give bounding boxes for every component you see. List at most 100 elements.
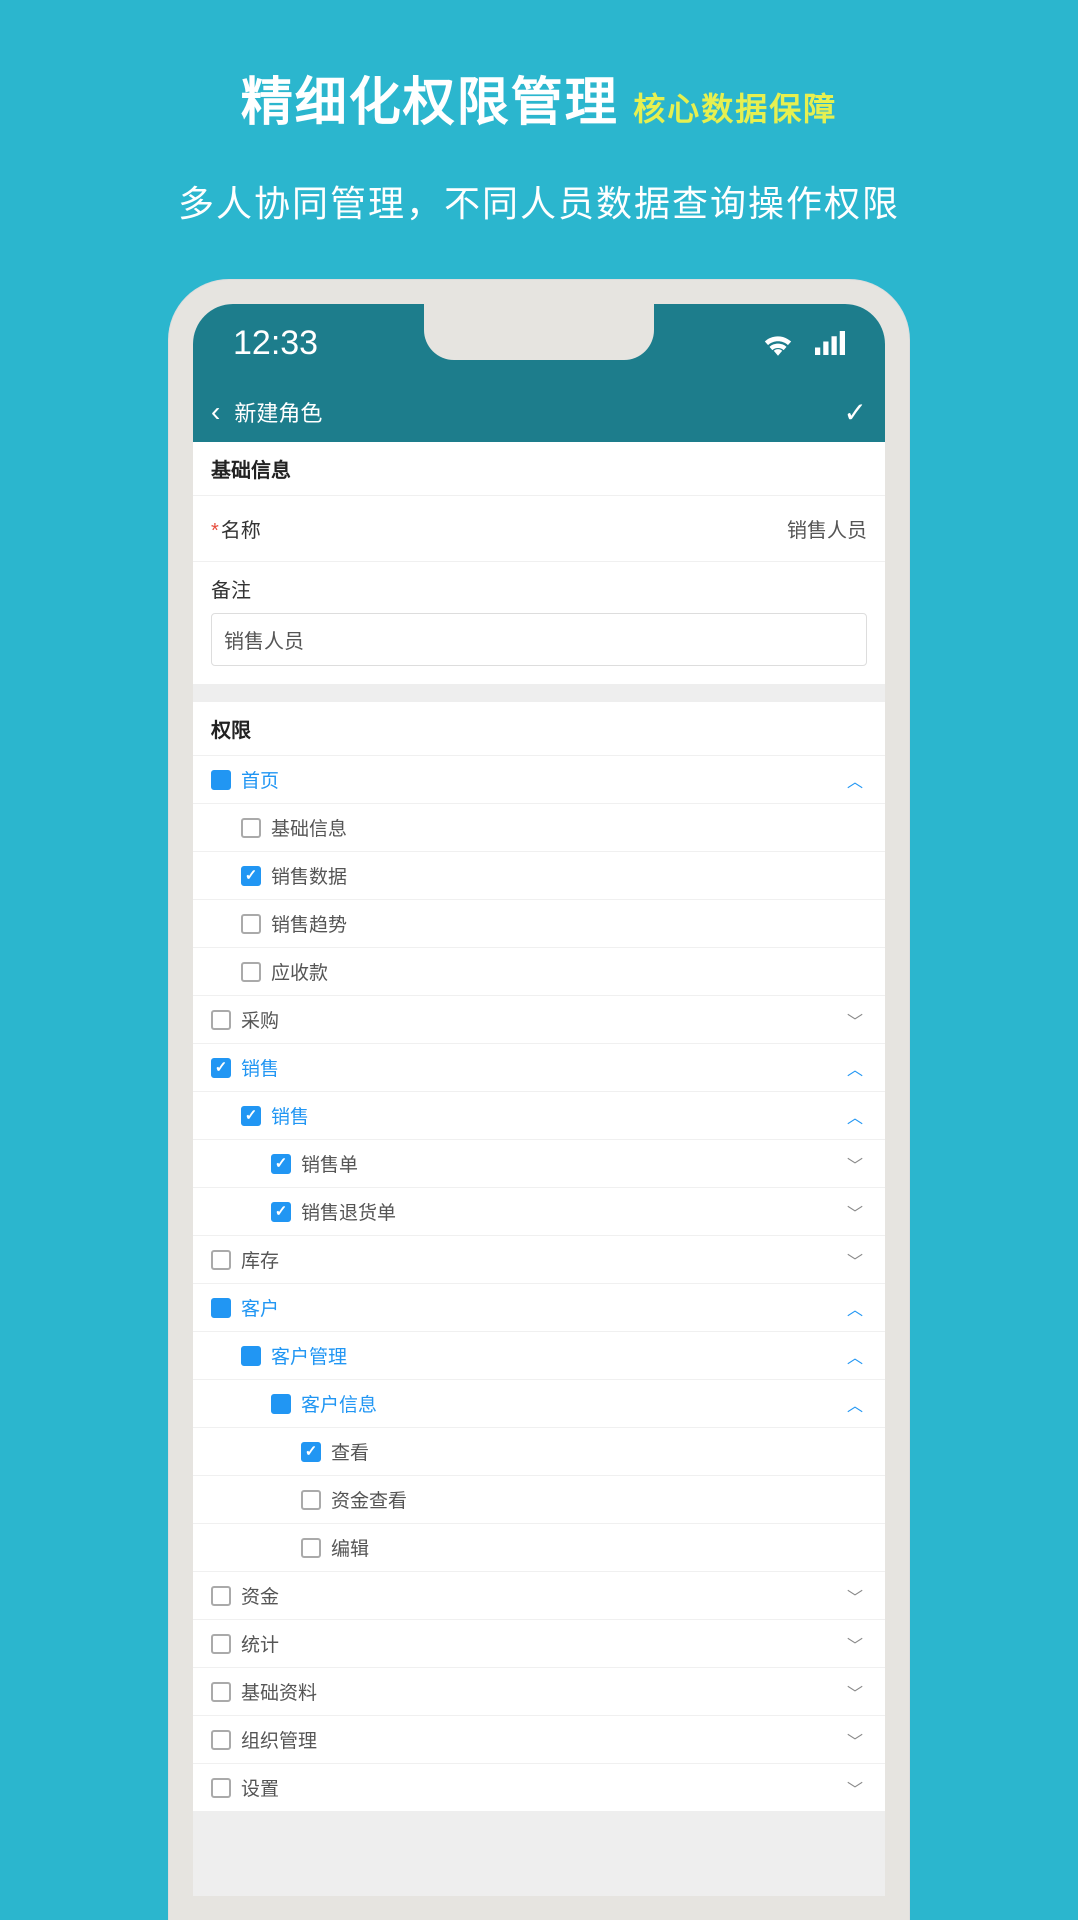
perm-row-custmgr[interactable]: 客户管理︿ — [193, 1331, 885, 1379]
perm-row-purchase[interactable]: 采购﹀ — [193, 995, 885, 1043]
checkbox-view[interactable] — [301, 1442, 321, 1462]
wifi-icon — [761, 330, 795, 356]
checkbox-basicinfo[interactable] — [241, 818, 261, 838]
marketing-title-sub: 核心数据保障 — [633, 84, 837, 130]
checkbox-orgmgr[interactable] — [211, 1730, 231, 1750]
chevron-down-icon[interactable]: ﹀ — [843, 1584, 867, 1608]
phone-frame: 12:33 ‹ 新建角色 ✓ 基础信息 *名称 销售人员 — [169, 280, 909, 1920]
nav-title: 新建角色 — [234, 396, 322, 428]
perm-row-orgmgr[interactable]: 组织管理﹀ — [193, 1715, 885, 1763]
perm-label-stock: 库存 — [241, 1246, 843, 1273]
checkbox-custmgr[interactable] — [241, 1346, 261, 1366]
perm-row-salesreturn[interactable]: 销售退货单﹀ — [193, 1187, 885, 1235]
chevron-down-icon[interactable]: ﹀ — [843, 1776, 867, 1800]
marketing-title-main: 精细化权限管理 — [241, 60, 619, 135]
perm-label-edit: 编辑 — [331, 1534, 867, 1561]
perm-label-settings: 设置 — [241, 1774, 843, 1801]
perm-label-salesdata: 销售数据 — [271, 862, 867, 889]
marketing-desc: 多人协同管理，不同人员数据查询操作权限 — [0, 175, 1078, 227]
checkbox-salesdata[interactable] — [241, 866, 261, 886]
perm-row-customer[interactable]: 客户︿ — [193, 1283, 885, 1331]
checkbox-fundview[interactable] — [301, 1490, 321, 1510]
perm-label-view: 查看 — [331, 1438, 867, 1465]
status-icons — [761, 330, 845, 356]
perm-row-basicinfo[interactable]: 基础信息 — [193, 803, 885, 851]
checkbox-edit[interactable] — [301, 1538, 321, 1558]
confirm-icon[interactable]: ✓ — [844, 396, 867, 429]
permission-header: 权限 — [193, 702, 885, 755]
name-value: 销售人员 — [787, 514, 867, 543]
checkbox-sales2[interactable] — [241, 1106, 261, 1126]
chevron-up-icon[interactable]: ︿ — [843, 1056, 867, 1080]
chevron-down-icon[interactable]: ﹀ — [843, 1008, 867, 1032]
perm-row-salesdata[interactable]: 销售数据 — [193, 851, 885, 899]
chevron-down-icon[interactable]: ﹀ — [843, 1248, 867, 1272]
name-label: 名称 — [221, 520, 261, 542]
perm-label-orgmgr: 组织管理 — [241, 1726, 843, 1753]
perm-row-sales2[interactable]: 销售︿ — [193, 1091, 885, 1139]
permission-tree: 首页︿基础信息销售数据销售趋势应收款采购﹀销售︿销售︿销售单﹀销售退货单﹀库存﹀… — [193, 755, 885, 1811]
checkbox-custinfo[interactable] — [271, 1394, 291, 1414]
perm-label-receivable: 应收款 — [271, 958, 867, 985]
checkbox-customer[interactable] — [211, 1298, 231, 1318]
nav-bar: ‹ 新建角色 ✓ — [193, 382, 885, 442]
content-area: 基础信息 *名称 销售人员 备注 权限 首页︿ 基础信息销售数据销售趋势应收款采购… — [193, 442, 885, 1896]
perm-row-fund[interactable]: 资金﹀ — [193, 1571, 885, 1619]
perm-label-sales: 销售 — [241, 1054, 843, 1081]
chevron-up-icon[interactable]: ︿ — [843, 1392, 867, 1416]
perm-row-home[interactable]: 首页︿ — [193, 755, 885, 803]
chevron-down-icon[interactable]: ﹀ — [843, 1152, 867, 1176]
perm-row-stock[interactable]: 库存﹀ — [193, 1235, 885, 1283]
remark-block: 备注 — [193, 561, 885, 684]
chevron-down-icon[interactable]: ﹀ — [843, 1200, 867, 1224]
back-icon[interactable]: ‹ — [211, 396, 220, 428]
checkbox-sales[interactable] — [211, 1058, 231, 1078]
checkbox-stock[interactable] — [211, 1250, 231, 1270]
perm-row-salesorder[interactable]: 销售单﹀ — [193, 1139, 885, 1187]
checkbox-purchase[interactable] — [211, 1010, 231, 1030]
checkbox-salestrend[interactable] — [241, 914, 261, 934]
perm-row-settings[interactable]: 设置﹀ — [193, 1763, 885, 1811]
perm-row-receivable[interactable]: 应收款 — [193, 947, 885, 995]
checkbox-receivable[interactable] — [241, 962, 261, 982]
checkbox-settings[interactable] — [211, 1778, 231, 1798]
perm-label-purchase: 采购 — [241, 1006, 843, 1033]
perm-label-fundview: 资金查看 — [331, 1486, 867, 1513]
perm-label-custinfo: 客户信息 — [301, 1390, 843, 1417]
perm-row-view[interactable]: 查看 — [193, 1427, 885, 1475]
perm-label-fund: 资金 — [241, 1582, 843, 1609]
checkbox-salesorder[interactable] — [271, 1154, 291, 1174]
perm-row-sales[interactable]: 销售︿ — [193, 1043, 885, 1091]
chevron-down-icon[interactable]: ﹀ — [843, 1632, 867, 1656]
signal-icon — [815, 331, 845, 355]
perm-row-custinfo[interactable]: 客户信息︿ — [193, 1379, 885, 1427]
perm-label-basedata: 基础资料 — [241, 1678, 843, 1705]
perm-row-salestrend[interactable]: 销售趋势 — [193, 899, 885, 947]
perm-row-fundview[interactable]: 资金查看 — [193, 1475, 885, 1523]
chevron-up-icon[interactable]: ︿ — [843, 1104, 867, 1128]
perm-label-stats: 统计 — [241, 1630, 843, 1657]
perm-label-salestrend: 销售趋势 — [271, 910, 867, 937]
checkbox-home[interactable] — [211, 770, 231, 790]
checkbox-salesreturn[interactable] — [271, 1202, 291, 1222]
status-time: 12:33 — [233, 324, 318, 363]
checkbox-basedata[interactable] — [211, 1682, 231, 1702]
perm-row-basedata[interactable]: 基础资料﹀ — [193, 1667, 885, 1715]
chevron-up-icon[interactable]: ︿ — [843, 1296, 867, 1320]
remark-label: 备注 — [211, 574, 867, 603]
checkbox-fund[interactable] — [211, 1586, 231, 1606]
checkbox-stats[interactable] — [211, 1634, 231, 1654]
basic-info-header: 基础信息 — [193, 442, 885, 495]
perm-label-customer: 客户 — [241, 1294, 843, 1321]
perm-row-stats[interactable]: 统计﹀ — [193, 1619, 885, 1667]
remark-input[interactable] — [211, 613, 867, 666]
perm-label-basicinfo: 基础信息 — [271, 814, 867, 841]
chevron-up-icon[interactable]: ︿ — [843, 1344, 867, 1368]
chevron-down-icon[interactable]: ﹀ — [843, 1680, 867, 1704]
chevron-down-icon[interactable]: ﹀ — [843, 1728, 867, 1752]
perm-row-edit[interactable]: 编辑 — [193, 1523, 885, 1571]
perm-label-custmgr: 客户管理 — [271, 1342, 843, 1369]
chevron-up-icon[interactable]: ︿ — [843, 768, 867, 792]
name-row[interactable]: *名称 销售人员 — [193, 495, 885, 561]
phone-notch — [424, 304, 654, 360]
